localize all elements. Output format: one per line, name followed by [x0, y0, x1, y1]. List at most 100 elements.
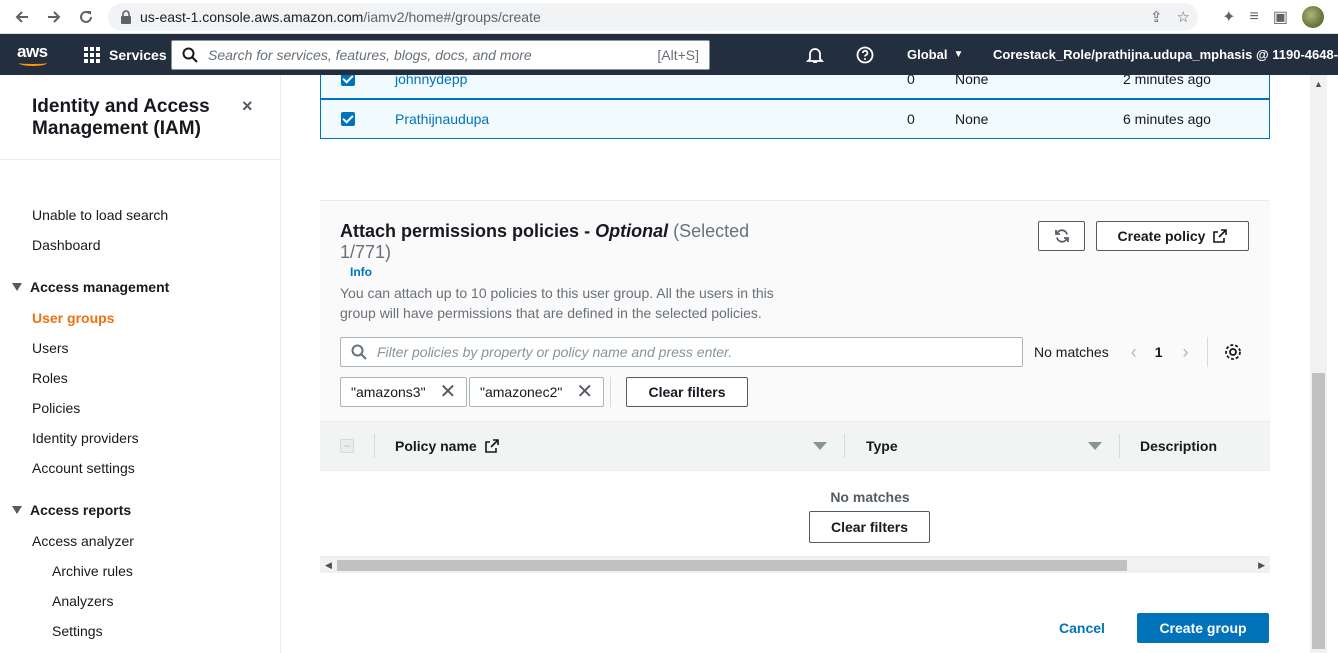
sidebar-item-user-groups[interactable]: User groups — [32, 310, 114, 326]
table-row[interactable]: johnnydepp 0 None 2 minutes ago — [320, 75, 1270, 99]
sort-caret-icon[interactable] — [1088, 442, 1102, 450]
sidebar-item-users[interactable]: Users — [32, 340, 69, 356]
sidebar-item-dashboard[interactable]: Dashboard — [32, 237, 101, 253]
sidebar-item-account-settings[interactable]: Account settings — [32, 460, 135, 476]
page-number[interactable]: 1 — [1155, 344, 1163, 360]
users-table: johnnydepp 0 None 2 minutes ago Prathijn… — [320, 75, 1270, 140]
scrollbar-thumb[interactable] — [337, 560, 1127, 571]
extensions-icon[interactable]: ✦ — [1222, 7, 1235, 27]
sidebar-item-roles[interactable]: Roles — [32, 370, 68, 386]
user-permissions: None — [955, 111, 989, 127]
sidebar-item-identity-providers[interactable]: Identity providers — [32, 430, 139, 446]
select-all-checkbox — [340, 439, 354, 453]
sidebar-title: Identity and Access Management (IAM) — [32, 96, 210, 139]
bookmark-star-icon[interactable]: ☆ — [1177, 8, 1190, 26]
filter-token-amazons3: "amazons3" ✕ — [340, 377, 468, 407]
scroll-up-icon[interactable]: ▲ — [1314, 79, 1323, 89]
share-icon[interactable]: ⇪ — [1150, 8, 1163, 26]
attach-policies-panel: Attach permissions policies - Optional (… — [320, 200, 1270, 573]
external-link-icon — [484, 439, 499, 453]
create-group-button[interactable]: Create group — [1137, 613, 1269, 643]
page-scrollbar[interactable]: ▲ — [1310, 75, 1327, 653]
panel-title: Attach permissions policies - Optional (… — [340, 221, 750, 262]
row-checkbox[interactable] — [341, 75, 355, 86]
sidebar-item-archive-rules[interactable]: Archive rules — [52, 563, 133, 579]
iam-sidebar: Identity and Access Management (IAM) × U… — [0, 75, 281, 653]
panel-header: Attach permissions policies - Optional (… — [320, 201, 1270, 421]
settings-gear-icon[interactable] — [1224, 343, 1242, 361]
scroll-right-icon[interactable]: ▶ — [1258, 560, 1265, 571]
create-policy-button[interactable]: Create policy — [1096, 221, 1249, 251]
sidebar-divider — [0, 159, 280, 160]
user-permissions: None — [955, 75, 989, 87]
row-checkbox[interactable] — [341, 112, 355, 126]
console-search-input[interactable]: Search for services, features, blogs, do… — [171, 40, 710, 70]
search-icon — [182, 47, 198, 63]
refresh-icon — [1054, 229, 1069, 243]
search-icon — [351, 344, 367, 360]
prev-page-icon[interactable]: ‹ — [1131, 342, 1137, 363]
address-bar[interactable]: us-east-1.console.aws.amazon.com/iamv2/h… — [108, 3, 1198, 31]
sidebar-item-analyzers[interactable]: Analyzers — [52, 593, 113, 609]
reading-list-icon[interactable]: ≡ — [1250, 8, 1259, 26]
filter-token-amazonec2: "amazonec2" ✕ — [469, 377, 605, 407]
section-access-reports[interactable]: Access reports — [12, 502, 131, 518]
help-icon[interactable] — [856, 34, 874, 75]
scrollbar-thumb[interactable] — [1312, 373, 1325, 649]
sidebar-item-policies[interactable]: Policies — [32, 400, 80, 416]
reload-icon[interactable] — [70, 1, 102, 33]
services-grid-icon — [84, 46, 100, 63]
browser-toolbar: us-east-1.console.aws.amazon.com/iamv2/h… — [0, 0, 1338, 34]
close-icon[interactable]: × — [242, 96, 253, 117]
horizontal-scrollbar[interactable]: ◀ ▶ — [320, 556, 1270, 573]
services-menu[interactable]: Services — [84, 34, 167, 75]
table-row[interactable]: Prathijnaudupa 0 None 6 minutes ago — [320, 99, 1270, 139]
section-access-management[interactable]: Access management — [12, 279, 169, 295]
empty-clear-filters-button[interactable]: Clear filters — [809, 511, 930, 543]
cancel-button[interactable]: Cancel — [1059, 620, 1105, 636]
user-created: 6 minutes ago — [1123, 111, 1211, 127]
lock-icon — [121, 10, 131, 24]
aws-logo[interactable]: aws — [17, 42, 51, 68]
account-menu[interactable]: Corestack_Role/prathijna.udupa_mphasis @… — [993, 34, 1338, 75]
sidebar-item-settings[interactable]: Settings — [52, 623, 103, 639]
scroll-left-icon[interactable]: ◀ — [325, 560, 332, 571]
region-selector[interactable]: Global ▼ — [907, 34, 963, 75]
match-status: No matches — [1034, 344, 1109, 360]
services-label: Services — [109, 46, 167, 63]
policies-table-header: Policy name Type Description — [320, 421, 1270, 471]
pagination: No matches ‹ 1 › — [1034, 337, 1242, 367]
column-header-type[interactable]: Type — [866, 422, 898, 470]
sidebar-item-access-analyzer[interactable]: Access analyzer — [32, 533, 134, 549]
search-placeholder: Search for services, features, blogs, do… — [208, 47, 532, 63]
user-name-link[interactable]: Prathijnaudupa — [395, 111, 489, 127]
aws-top-nav: aws Services Search for services, featur… — [0, 34, 1338, 75]
user-groups-count: 0 — [907, 111, 915, 127]
sidebar-item-unable-to-load-search: Unable to load search — [32, 207, 169, 223]
info-link[interactable]: Info — [350, 265, 372, 279]
side-panel-icon[interactable]: ▣ — [1273, 7, 1288, 27]
url-text: us-east-1.console.aws.amazon.com/iamv2/h… — [140, 9, 541, 25]
token-divider — [610, 377, 611, 407]
filter-placeholder: Filter policies by property or policy na… — [377, 344, 733, 360]
next-page-icon[interactable]: › — [1183, 342, 1189, 363]
back-icon[interactable] — [6, 1, 38, 33]
remove-token-icon[interactable]: ✕ — [440, 382, 457, 402]
refresh-button[interactable] — [1038, 221, 1085, 251]
notifications-bell-icon[interactable] — [806, 34, 824, 75]
sort-caret-icon[interactable] — [813, 442, 827, 450]
column-header-description[interactable]: Description — [1140, 422, 1217, 470]
panel-description: You can attach up to 10 policies to this… — [340, 285, 774, 321]
policy-filter-input[interactable]: Filter policies by property or policy na… — [340, 337, 1023, 367]
forward-icon[interactable] — [38, 1, 70, 33]
column-header-policy-name[interactable]: Policy name — [395, 422, 499, 470]
caret-down-icon: ▼ — [953, 49, 964, 60]
remove-token-icon[interactable]: ✕ — [576, 382, 593, 402]
pager-divider — [1206, 337, 1208, 367]
profile-avatar[interactable] — [1302, 6, 1324, 28]
caret-down-icon — [12, 283, 22, 291]
user-name-link[interactable]: johnnydepp — [395, 75, 467, 87]
clear-filters-button[interactable]: Clear filters — [626, 377, 748, 407]
search-shortcut: [Alt+S] — [657, 47, 699, 63]
caret-down-icon — [12, 506, 22, 514]
